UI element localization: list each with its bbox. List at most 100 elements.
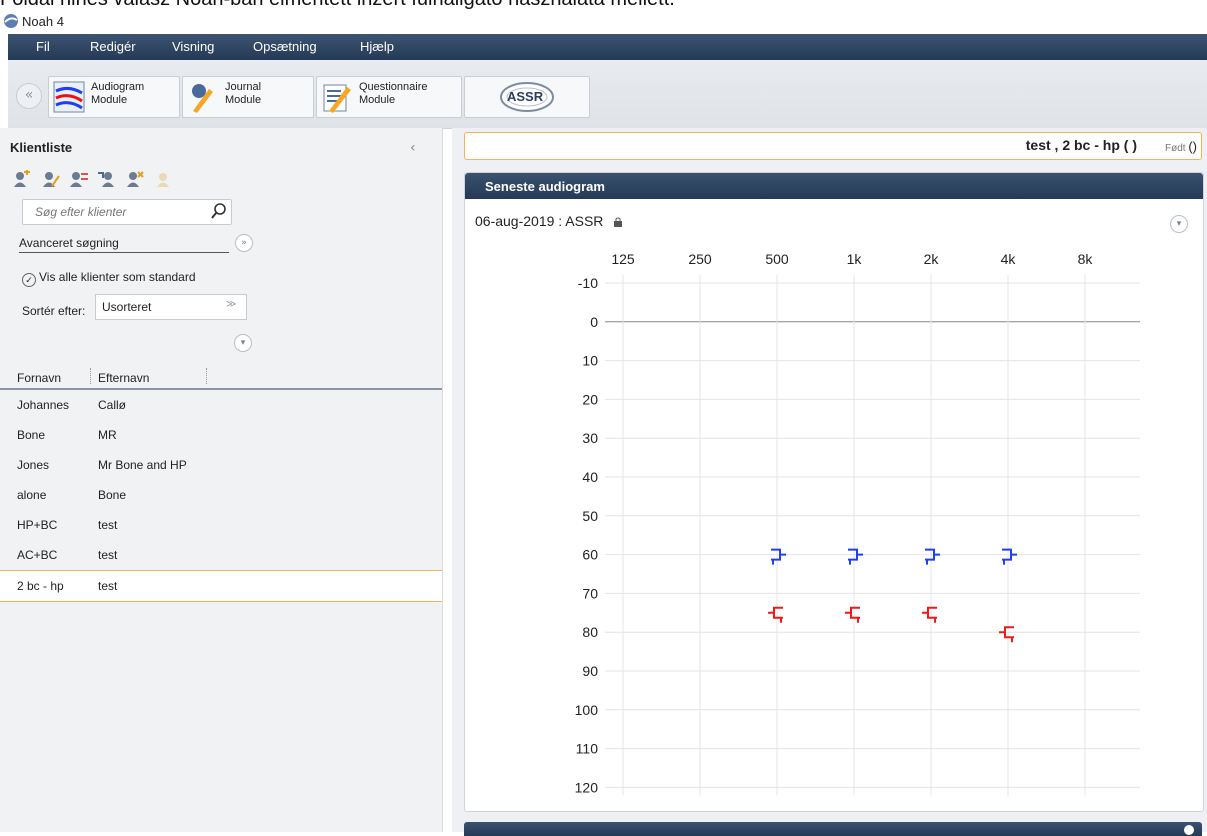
add-client-icon[interactable] <box>12 170 30 188</box>
advanced-search-link[interactable]: Avanceret søgning <box>19 236 229 253</box>
sort-label: Sortér efter: <box>22 304 86 318</box>
delete-client-icon[interactable] <box>126 170 144 188</box>
patient-born: Født () <box>1165 139 1197 154</box>
audiogram-module-icon <box>53 81 85 113</box>
audiogram-card: Seneste audiogram 06-aug-2019 : ASSR ▾ -… <box>464 172 1204 812</box>
client-last-name: test <box>98 548 118 562</box>
y-tick-label: 120 <box>575 779 599 795</box>
x-tick-label: 1k <box>847 251 863 267</box>
client-row[interactable]: AC+BC test <box>0 540 442 570</box>
born-label: Født <box>1164 143 1186 154</box>
client-row[interactable]: Bone MR <box>0 420 442 450</box>
client-last-name: test <box>98 518 118 532</box>
x-tick-label: 8k <box>1078 251 1094 267</box>
client-last-name: Mr Bone and HP <box>98 458 187 472</box>
audiogram-point <box>925 548 940 565</box>
x-tick-label: 125 <box>611 251 635 267</box>
collapse-panel-icon[interactable]: ‹ <box>410 140 416 156</box>
questionnaire-module-label: Questionnaire Module <box>359 81 428 106</box>
client-row[interactable]: Johannes Callø <box>0 390 442 420</box>
client-row[interactable]: alone Bone <box>0 480 442 510</box>
questionnaire-module-button[interactable]: Questionnaire Module <box>316 76 462 118</box>
menu-rediger[interactable]: Redigér <box>90 39 136 54</box>
column-first-name[interactable]: Fornavn <box>17 371 61 385</box>
client-first-name: alone <box>17 488 47 502</box>
y-tick-label: 10 <box>582 353 598 369</box>
client-first-name: Jones <box>17 458 50 472</box>
client-row[interactable]: Jones Mr Bone and HP <box>0 450 442 480</box>
x-tick-label: 250 <box>688 251 712 267</box>
audiogram-chart: -10 0 10 20 30 40 50 60 70 80 90 100 110 120 125 250 500… <box>575 251 1140 796</box>
show-all-clients-checkbox[interactable]: ✓ Vis alle klienter som standard <box>22 270 196 287</box>
journal-module-label: Journal Module <box>225 81 262 106</box>
menu-opsaetning[interactable]: Opsætning <box>253 39 317 54</box>
audiogram-point <box>768 606 783 623</box>
audiogram-point <box>999 626 1014 643</box>
client-last-name: MR <box>98 428 117 442</box>
show-all-label: Vis alle klienter som standard <box>39 270 196 284</box>
x-tick-label: 500 <box>765 251 789 267</box>
menu-hjaelp[interactable]: Hjælp <box>360 39 394 54</box>
advanced-search-expand-icon[interactable]: » <box>235 234 253 252</box>
module-toolbar: « Audiogram Module Journal Module Questi… <box>8 60 1207 129</box>
search-icon[interactable] <box>211 203 227 219</box>
client-last-name: Callø <box>98 398 127 412</box>
sort-dropdown[interactable]: Usorteret ≫ <box>95 294 247 320</box>
menu-bar: Fil Redigér Visning Opsætning Hjælp <box>8 34 1207 60</box>
y-tick-label: 110 <box>576 741 599 757</box>
filter-expand-icon[interactable]: ▾ <box>234 334 252 352</box>
client-last-name: Bone <box>98 488 127 502</box>
client-list-title: Klientliste <box>10 140 73 155</box>
patient-header: test , 2 bc - hp ( ) Født () <box>464 132 1202 160</box>
patient-name: test , 2 bc - hp ( ) <box>1025 137 1137 153</box>
client-row[interactable]: HP+BC test <box>0 510 442 540</box>
client-list-header: Fornavn Efternavn <box>0 366 442 390</box>
y-tick-label: 60 <box>582 547 598 563</box>
audiogram-module-button[interactable]: Audiogram Module <box>48 76 180 118</box>
menu-visning[interactable]: Visning <box>172 39 214 54</box>
search-placeholder: Søg efter klienter <box>35 205 127 219</box>
client-row[interactable]: 2 bc - hp test <box>0 570 442 602</box>
client-first-name: AC+BC <box>17 548 58 562</box>
checkmark-icon: ✓ <box>22 273 36 287</box>
x-tick-label: 4k <box>1001 251 1017 267</box>
audiogram-point <box>771 548 786 565</box>
title-bar: Noah 4 <box>0 10 1207 34</box>
journal-module-icon <box>192 84 213 113</box>
sort-value: Usorteret <box>102 300 152 314</box>
client-first-name: 2 bc - hp <box>17 579 64 593</box>
card-options-icon[interactable] <box>1184 825 1194 835</box>
born-value: () <box>1188 139 1197 154</box>
column-resize-handle[interactable] <box>90 368 93 384</box>
settings-client-icon[interactable] <box>154 170 172 188</box>
audiogram-point <box>848 548 863 565</box>
menu-fil[interactable]: Fil <box>36 39 50 54</box>
merge-client-icon[interactable] <box>70 170 88 188</box>
edit-client-icon[interactable] <box>42 170 60 188</box>
client-first-name: Johannes <box>17 398 70 412</box>
audiogram-point <box>845 606 860 623</box>
audiogram-module-label: Audiogram Module <box>91 81 145 106</box>
column-last-name[interactable]: Efternavn <box>98 371 149 385</box>
y-tick-label: 80 <box>582 624 598 640</box>
assr-module-button[interactable]: ASSR <box>464 76 590 118</box>
chevron-down-icon: ≫ <box>226 299 237 310</box>
window-title: Noah 4 <box>22 14 64 29</box>
client-search-input[interactable]: Søg efter klienter <box>22 199 232 225</box>
audiogram-point <box>1002 548 1017 565</box>
x-tick-label: 2k <box>924 251 940 267</box>
client-first-name: Bone <box>17 428 46 442</box>
y-tick-label: 30 <box>582 430 598 446</box>
collapse-toolbar-button[interactable]: « <box>16 83 42 109</box>
questionnaire-module-icon <box>323 84 351 113</box>
column-resize-handle[interactable] <box>206 368 209 384</box>
y-tick-label: 70 <box>582 585 598 601</box>
audiogram-point <box>922 606 937 623</box>
y-tick-label: 20 <box>582 391 598 407</box>
journal-module-button[interactable]: Journal Module <box>182 76 314 118</box>
y-tick-label: 0 <box>590 314 598 330</box>
move-client-icon[interactable] <box>98 170 116 188</box>
next-card-header <box>464 822 1202 836</box>
client-last-name: test <box>98 579 118 593</box>
y-tick-label: -10 <box>578 275 598 291</box>
